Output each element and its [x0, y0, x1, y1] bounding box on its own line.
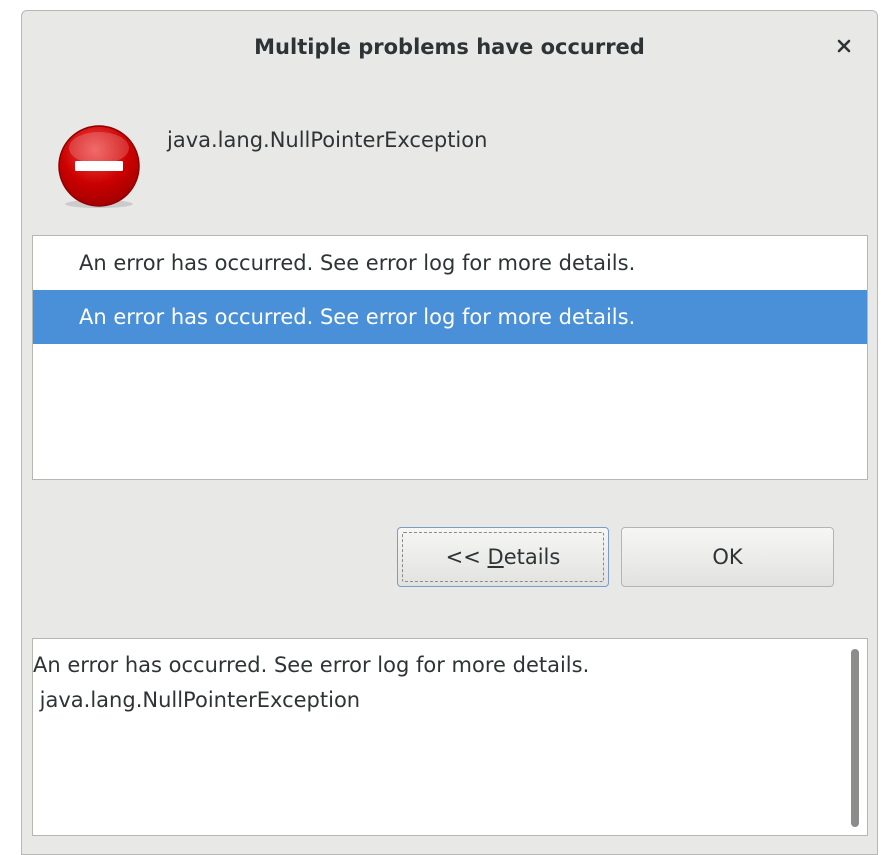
- vertical-scrollbar[interactable]: [849, 645, 861, 829]
- ok-button[interactable]: OK: [621, 527, 834, 587]
- error-dialog: Multiple problems have occurred java.lan…: [21, 10, 878, 855]
- dialog-title: Multiple problems have occurred: [254, 35, 645, 59]
- details-text: An error has occurred. See error log for…: [33, 648, 589, 718]
- list-item-selected[interactable]: An error has occurred. See error log for…: [33, 290, 867, 344]
- problem-list[interactable]: An error has occurred. See error log for…: [32, 235, 868, 480]
- error-message: java.lang.NullPointerException: [167, 128, 488, 152]
- details-button-label: << Details: [445, 545, 561, 569]
- scrollbar-thumb[interactable]: [851, 649, 859, 827]
- details-button[interactable]: << Details: [397, 527, 609, 587]
- error-stop-icon: [58, 125, 140, 208]
- details-line: java.lang.NullPointerException: [33, 688, 361, 712]
- ok-button-label: OK: [712, 545, 743, 569]
- details-text-area[interactable]: An error has occurred. See error log for…: [32, 638, 868, 836]
- details-line: An error has occurred. See error log for…: [33, 653, 590, 677]
- list-item[interactable]: An error has occurred. See error log for…: [33, 236, 867, 290]
- close-button[interactable]: [829, 31, 859, 61]
- title-bar[interactable]: Multiple problems have occurred: [22, 11, 877, 89]
- close-icon: [837, 39, 851, 53]
